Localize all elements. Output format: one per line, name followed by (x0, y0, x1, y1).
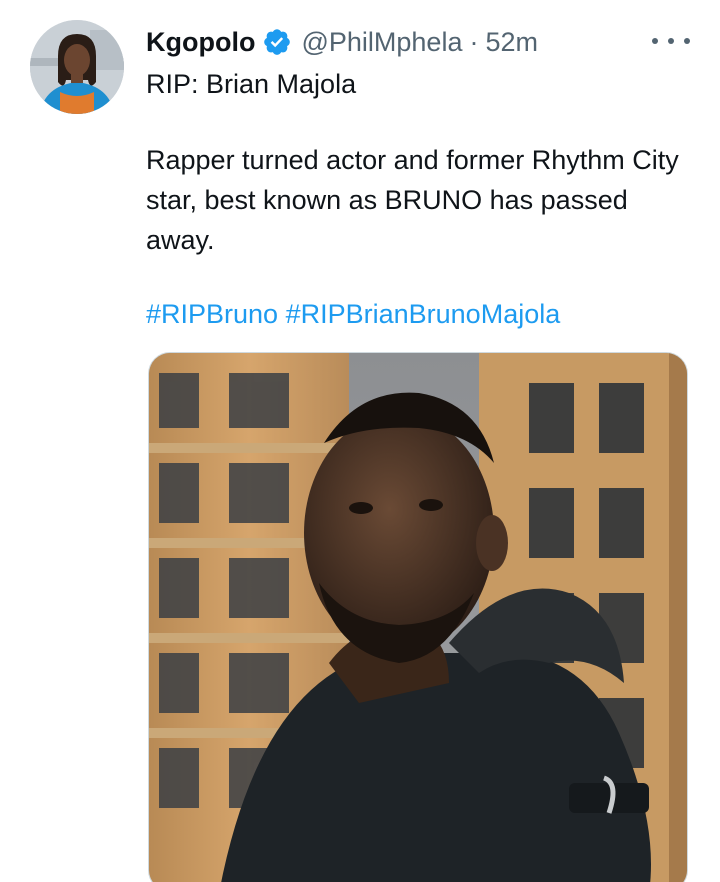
more-dot (652, 38, 658, 44)
verified-badge-icon (262, 27, 292, 57)
more-options-icon[interactable] (652, 28, 690, 54)
tweet-header: Kgopolo @PhilMphela · 52m (146, 22, 538, 62)
hashtag-list: #RIPBruno #RIPBrianBrunoMajola (146, 294, 686, 334)
header-separator: · (469, 26, 479, 57)
author-avatar[interactable] (30, 20, 124, 114)
tweet-text: RIP: Brian Majola Rapper turned actor an… (146, 64, 686, 334)
more-dot (668, 38, 674, 44)
hashtag-link[interactable]: #RIPBrianBrunoMajola (286, 299, 561, 329)
avatar-photo (30, 20, 124, 114)
tweet-card[interactable]: Kgopolo @PhilMphela · 52m RIP: Brian Maj… (0, 0, 720, 882)
hashtag-link[interactable]: #RIPBruno (146, 299, 278, 329)
author-display-name[interactable]: Kgopolo (146, 27, 255, 58)
tweet-timestamp[interactable]: 52m (485, 27, 538, 58)
media-image (149, 353, 687, 882)
tweet-text-line-1: RIP: Brian Majola (146, 69, 357, 99)
tweet-text-line-2: Rapper turned actor and former Rhythm Ci… (146, 145, 679, 255)
author-handle[interactable]: @PhilMphela (301, 27, 462, 58)
more-dot (684, 38, 690, 44)
tweet-media-photo[interactable] (148, 352, 688, 882)
